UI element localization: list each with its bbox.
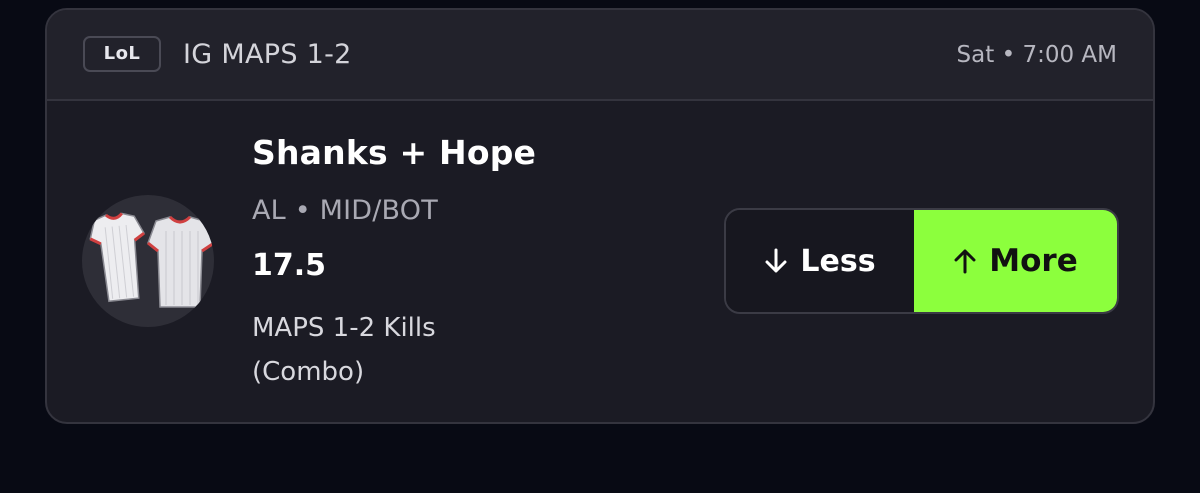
- stat-label: MAPS 1-2 Kills (Combo): [252, 306, 512, 394]
- less-button[interactable]: Less: [726, 210, 914, 312]
- player-name: Shanks + Hope: [252, 133, 537, 172]
- arrow-up-icon: [953, 247, 977, 275]
- pick-toggle: Less More: [724, 208, 1119, 314]
- match-title: IG MAPS 1-2: [183, 39, 352, 70]
- player-team-position: AL • MID/BOT: [252, 195, 438, 226]
- more-label: More: [989, 243, 1078, 279]
- card-header: LoL IG MAPS 1-2 Sat • 7:00 AM: [47, 10, 1153, 101]
- more-button[interactable]: More: [914, 210, 1117, 312]
- jersey-icon: [89, 212, 214, 308]
- stat-label-line1: MAPS 1-2 Kills: [252, 313, 436, 343]
- stat-label-line2: (Combo): [252, 357, 365, 387]
- projection-card[interactable]: LoL IG MAPS 1-2 Sat • 7:00 AM Shanks + H…: [45, 8, 1155, 424]
- league-badge: LoL: [83, 36, 161, 72]
- projection-line: 17.5: [252, 248, 327, 283]
- less-label: Less: [800, 243, 876, 279]
- arrow-down-icon: [764, 247, 788, 275]
- player-avatar: [82, 195, 214, 327]
- match-time: Sat • 7:00 AM: [956, 42, 1117, 68]
